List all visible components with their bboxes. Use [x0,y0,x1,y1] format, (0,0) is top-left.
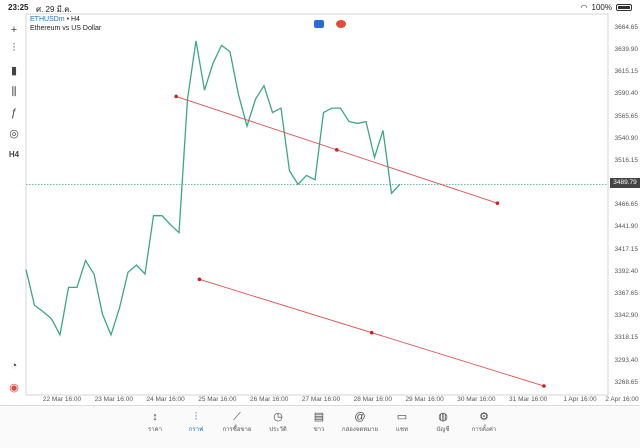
price-tick-label: 3466.65 [614,201,639,209]
price-chart[interactable] [0,0,640,447]
trade-icon: ⟋ [233,411,241,423]
tab-mailbox[interactable]: @ กล่องจดหมาย [340,410,380,434]
time-tick-label: 1 Apr 16:00 [563,396,597,403]
tab-label: ราคา [148,427,162,433]
price-tick-label: 3441.90 [614,223,639,231]
time-tick-label: 26 Mar 16:00 [250,396,289,403]
price-tick-label: 3639.90 [614,45,639,53]
time-tick-label: 31 Mar 16:00 [509,396,548,403]
trendline-handle[interactable] [197,277,202,282]
tab-chart[interactable]: ⫶ กราฟ [176,410,216,434]
price-tick-label: 3417.15 [614,245,639,253]
trendline-handle[interactable] [174,94,178,99]
tab-label: ประวัติ [269,427,287,433]
tab-label: กราฟ [188,427,204,433]
bottom-tab-bar: ↕ ราคา ⫶ กราฟ ⟋ การซื้อขาย ◷ ประวัติ ▤ ข่าว @ กล่อง… [0,405,640,448]
tab-label: แชท [396,427,408,433]
price-tick-label: 3540.90 [614,134,639,142]
time-tick-label: 2 Apr 16:00 [605,396,639,403]
tab-label: การตั้งค่า [471,427,497,433]
trendline-handle[interactable] [495,201,500,205]
time-tick-label: 23 Mar 16:00 [94,396,133,403]
price-tick-label: 3367.65 [614,290,639,297]
time-tick-label: 25 Mar 16:00 [198,396,237,403]
price-tick-label: 3615.15 [614,68,639,76]
price-tick-label: 3516.15 [614,156,639,164]
chat-icon: ▭ [396,411,408,423]
settings-icon: ⚙ [479,411,489,423]
news-icon: ▤ [313,411,325,423]
history-icon: ◷ [273,411,283,423]
price-tick-label: 3565.65 [614,112,639,120]
time-tick-label: 29 Mar 16:00 [405,396,444,403]
tab-account[interactable]: ◍ บัญชี [423,410,463,434]
trendline-handle[interactable] [334,148,339,152]
time-tick-label: 24 Mar 16:00 [146,396,185,403]
tab-label: บัญชี [436,427,450,433]
tab-quotes[interactable]: ↕ ราคา [135,410,175,434]
time-tick-label: 30 Mar 16:00 [457,396,496,403]
tab-label: กล่องจดหมาย [341,427,379,433]
tab-label: ข่าว [313,427,325,433]
account-icon: ◍ [438,411,448,423]
tab-trade[interactable]: ⟋ การซื้อขาย [217,410,257,434]
quotes-icon: ↕ [152,411,158,423]
time-tick-label: 22 Mar 16:00 [42,396,82,403]
chart-icon: ⫶ [194,411,198,423]
price-tick-label: 3342.90 [614,312,639,320]
price-series-line [25,40,401,337]
tab-history[interactable]: ◷ ประวัติ [258,410,298,434]
tab-news[interactable]: ▤ ข่าว [299,410,339,434]
price-tick-label: 3664.65 [614,23,639,31]
tab-settings[interactable]: ⚙ การตั้งค่า [464,410,504,434]
current-price-tag: 3489.79 [610,178,640,188]
price-tick-label: 3590.40 [614,90,639,98]
price-tick-label: 3293.40 [614,356,639,364]
time-tick-label: 28 Mar 16:00 [353,396,392,403]
time-tick-label: 27 Mar 16:00 [301,396,341,403]
mailbox-icon: @ [354,411,366,423]
price-tick-label: 3268.65 [614,378,639,386]
tab-chat[interactable]: ▭ แชท [382,410,422,434]
chart-frame [25,13,609,396]
trendline-handle[interactable] [542,384,546,388]
tab-label: การซื้อขาย [222,427,252,433]
price-tick-label: 3392.40 [614,267,639,275]
trendline-handle[interactable] [369,330,374,335]
price-tick-label: 3318.15 [614,334,639,342]
